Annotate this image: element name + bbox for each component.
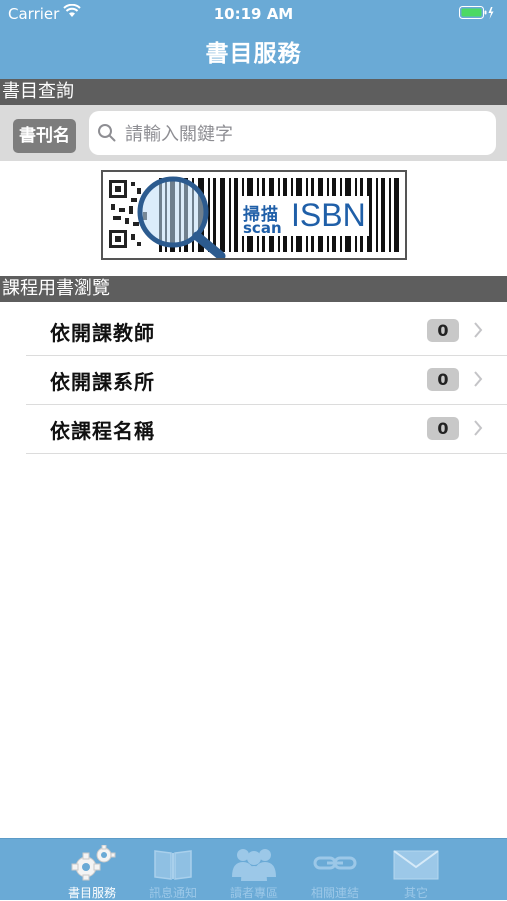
course-browse-list: 依開課教師 0 依開課系所 0 依課程名稱 0 [26,307,507,454]
tab-label: 讀者專區 [229,886,278,900]
count-badge: 0 [427,319,459,342]
tab-label: 相關連結 [310,886,359,900]
tab-others[interactable]: 其它 [376,839,456,901]
scan-label-en: scan [243,219,282,237]
status-bar: Carrier 10:19 AM [0,0,507,28]
tab-related-links[interactable]: 相關連結 [295,839,375,901]
search-bar: 書刊名 [0,105,507,161]
search-section-header: 書目查詢 [0,79,507,105]
top-bar: Carrier 10:19 AM 書目服務 [0,0,507,79]
list-item-by-teacher[interactable]: 依開課教師 0 [26,307,507,356]
tab-label: 其它 [403,886,428,900]
page-title: 書目服務 [205,41,302,67]
count-badge: 0 [427,417,459,440]
tab-notifications[interactable]: 訊息通知 [133,839,213,901]
search-scope-button[interactable]: 書刊名 [13,119,76,153]
tab-bar: 書目服務 訊息通知 讀者專區 相關連結 其它 [0,838,507,900]
mail-icon [392,845,440,885]
course-section-header: 課程用書瀏覽 [0,276,507,302]
gears-icon [68,844,116,885]
chevron-right-icon [473,321,483,343]
status-time: 10:19 AM [213,5,294,23]
list-item-label: 依開課系所 [50,370,155,394]
chevron-right-icon [473,419,483,441]
list-item-label: 依課程名稱 [50,419,155,443]
book-icon [151,845,195,885]
tab-label: 書目服務 [67,886,116,900]
tab-reader-area[interactable]: 讀者專區 [214,839,294,901]
link-icon [312,845,358,885]
list-item-label: 依開課教師 [50,321,155,345]
search-icon [97,123,117,147]
scan-isbn-button[interactable]: 掃描 scan ISBN [101,170,407,260]
search-input[interactable] [123,118,487,150]
list-item-by-course-name[interactable]: 依課程名稱 0 [26,405,507,454]
chevron-right-icon [473,370,483,392]
battery-icon [459,6,495,24]
search-field[interactable] [89,111,496,155]
scan-label-isbn: ISBN [291,197,366,233]
tab-bibliographic-services[interactable]: 書目服務 [52,839,132,901]
tab-label: 訊息通知 [148,886,197,900]
people-icon [229,845,279,885]
list-item-by-department[interactable]: 依開課系所 0 [26,356,507,405]
count-badge: 0 [427,368,459,391]
